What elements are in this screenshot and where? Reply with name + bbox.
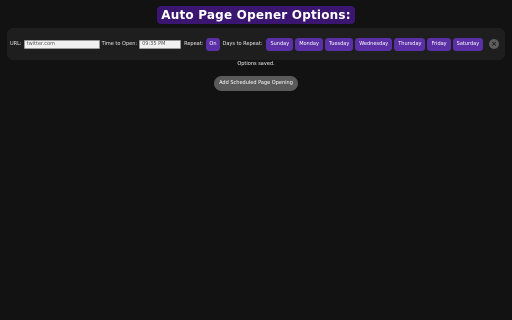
day-button-monday[interactable]: Monday — [295, 37, 323, 51]
add-button-wrap: Add Scheduled Page Opening — [0, 69, 512, 91]
time-label: Time to Open: — [101, 41, 138, 47]
day-button-sunday[interactable]: Sunday — [266, 37, 294, 51]
url-label: URL: — [10, 41, 22, 47]
options-page: Auto Page Opener Options: URL: twitter.c… — [0, 0, 512, 320]
time-input[interactable]: 09:35 PM — [139, 39, 182, 49]
day-button-saturday[interactable]: Saturday — [452, 37, 484, 51]
add-scheduled-opening-button[interactable]: Add Scheduled Page Opening — [214, 76, 298, 91]
day-button-thursday[interactable]: Thursday — [394, 37, 426, 51]
repeat-label: Repeat: — [184, 41, 204, 47]
repeat-toggle-button[interactable]: On — [206, 37, 220, 51]
url-input[interactable]: twitter.com — [23, 39, 100, 49]
day-button-wednesday[interactable]: Wednesday — [355, 37, 393, 51]
day-button-tuesday[interactable]: Tuesday — [324, 37, 354, 51]
header: Auto Page Opener Options: — [0, 4, 512, 24]
day-button-friday[interactable]: Friday — [427, 37, 451, 51]
schedule-row: URL: twitter.com Time to Open: 09:35 PM … — [7, 28, 505, 60]
page-title: Auto Page Opener Options: — [157, 6, 355, 24]
close-icon[interactable]: × — [489, 39, 499, 49]
days-label: Days to Repeat: — [222, 41, 263, 47]
status-message: Options saved. — [237, 61, 275, 67]
day-buttons: Sunday Monday Tuesday Wednesday Thursday… — [266, 37, 485, 51]
